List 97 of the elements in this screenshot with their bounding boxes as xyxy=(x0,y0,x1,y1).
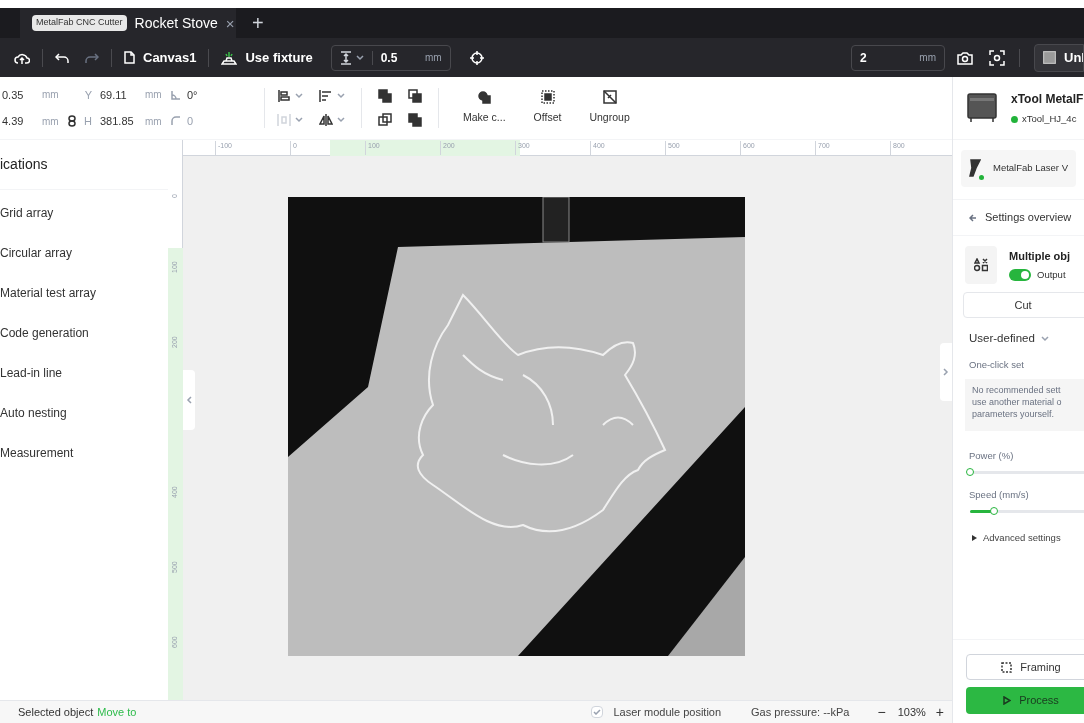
machine-badge: MetalFab CNC Cutter xyxy=(32,15,127,31)
preset-dropdown[interactable]: User-defined xyxy=(953,330,1084,348)
combine-icon xyxy=(477,90,492,105)
application-item[interactable]: Auto nesting xyxy=(0,393,168,433)
redo-icon[interactable] xyxy=(85,51,99,64)
process-button[interactable]: Process xyxy=(966,687,1084,714)
h-label: H xyxy=(84,114,93,129)
selection-status: Selected object xyxy=(18,704,94,720)
zoom-in-button[interactable]: + xyxy=(935,705,944,719)
align-icon[interactable] xyxy=(277,89,291,103)
unit-label: mm xyxy=(145,88,163,103)
camera-icon[interactable] xyxy=(957,50,973,65)
new-tab-button[interactable]: + xyxy=(236,8,280,38)
expand-triangle-icon xyxy=(972,535,977,542)
slider-thumb[interactable] xyxy=(966,467,974,476)
flip-icon[interactable] xyxy=(319,113,333,127)
framing-button[interactable]: Framing xyxy=(966,654,1084,680)
cut-mode-button[interactable]: Cut xyxy=(963,292,1084,318)
application-item[interactable]: Material test array xyxy=(0,273,168,313)
y-value: 69.11 xyxy=(100,87,128,103)
output-label: Output xyxy=(1037,267,1066,282)
slider-thumb[interactable] xyxy=(990,507,998,515)
canvas-button[interactable]: Canvas1 xyxy=(124,47,197,68)
close-tab-button[interactable]: × xyxy=(225,15,235,31)
application-item[interactable]: Measurement xyxy=(0,433,168,473)
shapes-icon xyxy=(974,258,988,272)
laser-position-checkbox[interactable] xyxy=(591,706,604,718)
framing-icon xyxy=(1001,661,1013,673)
object-tool-button[interactable]: Offset xyxy=(525,90,570,126)
application-item[interactable]: Code generation xyxy=(0,313,168,353)
object-tool-button[interactable]: Ungroup xyxy=(581,90,638,126)
corner-value: 0 xyxy=(187,114,195,129)
use-fixture-button[interactable]: Use fixture xyxy=(221,47,313,68)
unit-label: mm xyxy=(425,51,442,65)
application-item[interactable]: Grid array xyxy=(0,193,168,233)
application-item[interactable]: Lead-in line xyxy=(0,353,168,393)
chevron-down-icon xyxy=(355,54,364,61)
slider-label: Power (%) xyxy=(968,448,1015,463)
gas-pressure-status: Gas pressure: --kPa xyxy=(751,704,850,720)
settings-overview-link[interactable]: Settings overview xyxy=(953,200,1084,236)
align-left-icon[interactable] xyxy=(319,89,333,103)
zoom-level: 103% xyxy=(897,704,926,720)
undo-icon[interactable] xyxy=(55,51,69,64)
section-label: One-click set xyxy=(968,358,1025,373)
chevron-left-icon xyxy=(186,396,192,404)
play-icon xyxy=(1003,696,1012,705)
forward-icon[interactable] xyxy=(378,113,392,127)
chevron-down-icon[interactable] xyxy=(295,117,303,123)
material-swatch-icon xyxy=(1043,51,1056,64)
module-name: MetalFab Laser V xyxy=(993,161,1068,176)
distance-value: 2 xyxy=(860,49,868,67)
device-name: xTool MetalF xyxy=(1011,90,1084,108)
offset-icon xyxy=(540,90,555,105)
unit-label: mm xyxy=(42,88,60,103)
chevron-down-icon[interactable] xyxy=(337,117,345,123)
h-value: 381.85 xyxy=(100,114,135,129)
corner-radius-icon xyxy=(171,116,181,127)
advanced-settings-toggle[interactable]: Advanced settings xyxy=(953,531,1084,546)
angle-icon xyxy=(171,89,181,100)
x-value: 0.35 xyxy=(2,87,25,103)
crosshair-icon[interactable] xyxy=(468,49,485,66)
bring-front-icon[interactable] xyxy=(378,89,392,103)
recommendation-note: No recommended sett use another material o parameters yourself. xyxy=(965,378,1084,431)
application-item[interactable]: Circular array xyxy=(0,233,168,273)
module-card[interactable]: MetalFab Laser V xyxy=(961,150,1076,187)
tab-title: Rocket Stove xyxy=(134,13,218,33)
chevron-down-icon[interactable] xyxy=(337,93,345,99)
chevron-right-icon xyxy=(943,368,949,376)
object-title: Multiple obj xyxy=(1009,249,1071,265)
document-icon xyxy=(124,51,135,64)
w-value: 4.39 xyxy=(2,114,25,129)
checkmark-icon xyxy=(593,709,602,715)
laser-position-label: Laser module position xyxy=(613,704,722,720)
document-tab[interactable]: MetalFab CNC Cutter Rocket Stove × xyxy=(20,8,236,38)
focus-icon[interactable] xyxy=(989,49,1005,66)
y-label: Y xyxy=(83,87,93,103)
device-connection: xTool_HJ_4c xyxy=(1022,111,1077,126)
object-tool-button[interactable]: Make c... xyxy=(455,90,514,126)
machine-icon xyxy=(965,92,999,124)
chevron-down-icon[interactable] xyxy=(295,93,303,99)
ungroup-icon xyxy=(602,90,617,105)
output-toggle[interactable] xyxy=(1009,268,1031,281)
send-back-icon[interactable] xyxy=(408,89,422,103)
zoom-out-button[interactable]: − xyxy=(877,705,886,719)
fixture-icon xyxy=(221,50,238,65)
unit-label: mm xyxy=(919,51,936,65)
thickness-icon xyxy=(339,50,352,65)
slider-label: Speed (mm/s) xyxy=(968,487,1030,502)
back-arrow-icon xyxy=(969,213,977,222)
unit-label: mm xyxy=(42,114,60,129)
thickness-field[interactable]: 0.5 mm xyxy=(330,44,451,71)
chevron-down-icon xyxy=(1040,335,1049,342)
thickness-value: 0.5 xyxy=(380,49,399,67)
backward-icon[interactable] xyxy=(408,113,422,127)
unit-label: mm xyxy=(145,114,163,129)
distance-field[interactable]: 2 mm xyxy=(851,44,945,71)
angle-value: 0° xyxy=(187,87,199,103)
